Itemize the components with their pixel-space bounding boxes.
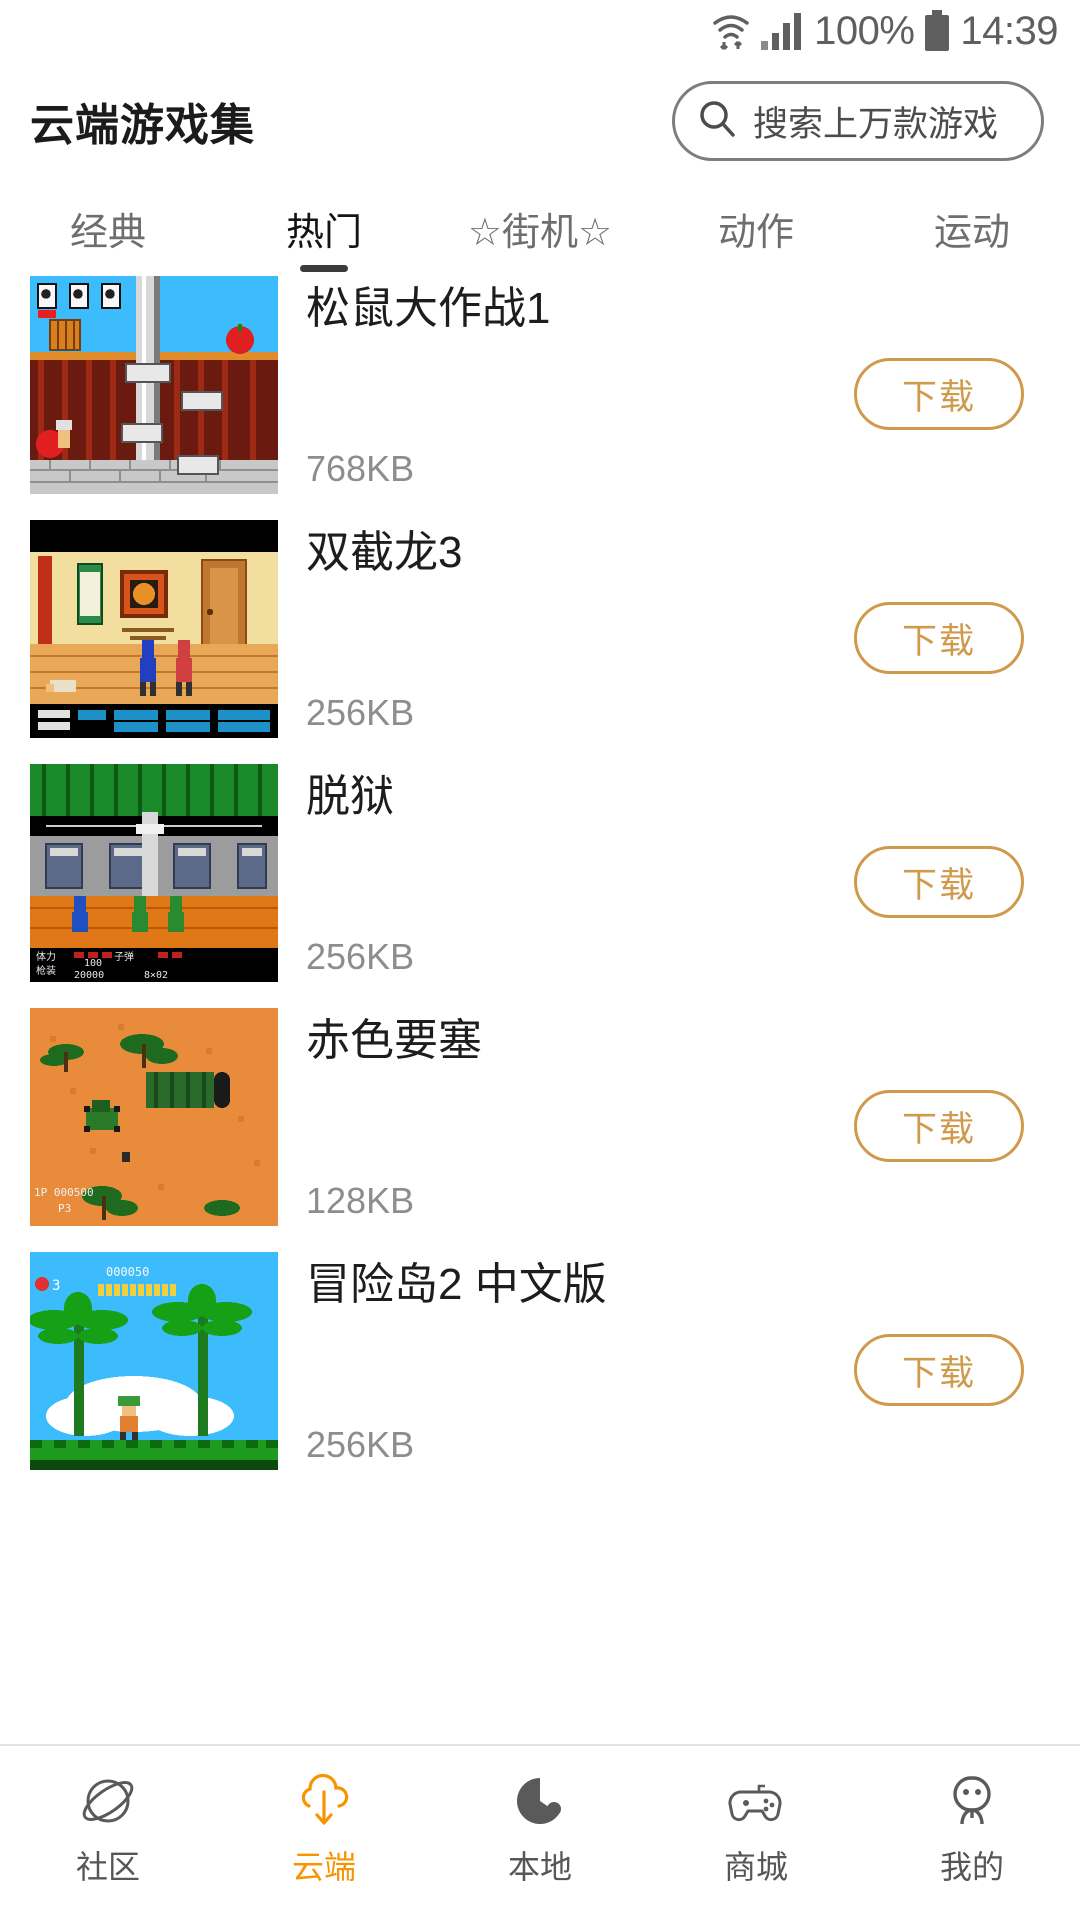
nav-item-cloud[interactable]: 云端 xyxy=(216,1770,432,1888)
gamepad-icon xyxy=(725,1770,787,1832)
tab-sports[interactable]: 运动 xyxy=(864,180,1080,276)
game-title: 松鼠大作战1 xyxy=(306,284,551,333)
download-button[interactable]: 下载 xyxy=(854,358,1024,430)
page-title: 云端游戏集 xyxy=(30,101,255,150)
download-button[interactable]: 下载 xyxy=(854,1334,1024,1406)
download-button[interactable]: 下载 xyxy=(854,1090,1024,1162)
tab-arcade[interactable]: ☆街机☆ xyxy=(432,180,648,276)
category-tabs: 经典 热门 ☆街机☆ 动作 运动 xyxy=(0,180,1080,276)
game-thumbnail xyxy=(30,276,278,494)
game-title: 脱狱 xyxy=(306,772,394,821)
svg-text:子弹: 子弹 xyxy=(114,950,134,963)
list-item[interactable]: 松鼠大作战1 768KB 下载 xyxy=(0,276,1080,520)
list-item[interactable]: 000050 3 冒险岛2 中文版 256KB 下载 xyxy=(0,1252,1080,1496)
game-size: 256KB xyxy=(306,1424,415,1465)
download-button[interactable]: 下载 xyxy=(854,846,1024,918)
list-item[interactable]: 1P 000500 P3 赤色要塞 128KB 下载 xyxy=(0,1008,1080,1252)
nav-label: 商城 xyxy=(723,1849,788,1885)
tab-label: 经典 xyxy=(69,211,146,254)
search-placeholder: 搜索上万款游戏 xyxy=(753,104,999,144)
nav-label: 我的 xyxy=(939,1849,1004,1885)
tab-label: 热门 xyxy=(285,211,362,254)
nav-label: 本地 xyxy=(507,1849,572,1885)
game-title: 双截龙3 xyxy=(306,528,463,577)
tab-active-indicator xyxy=(300,265,348,272)
list-item[interactable]: 体力 枪装 子弹 100 20000 8×02 脱狱 256KB 下载 xyxy=(0,764,1080,1008)
nav-item-store[interactable]: 商城 xyxy=(648,1770,864,1888)
bottom-navigation: 社区 云端 本地 商城 我的 xyxy=(0,1744,1080,1920)
battery-percent: 100% xyxy=(814,9,915,53)
app-header: 云端游戏集 搜索上万款游戏 xyxy=(0,62,1080,180)
nav-item-local[interactable]: 本地 xyxy=(432,1770,648,1888)
game-size: 256KB xyxy=(306,936,415,977)
svg-text:20000: 20000 xyxy=(74,970,104,981)
svg-text:枪装: 枪装 xyxy=(36,964,56,977)
game-thumbnail: 体力 枪装 子弹 100 20000 8×02 xyxy=(30,764,278,982)
signal-icon xyxy=(760,12,804,50)
game-thumbnail: 1P 000500 P3 xyxy=(30,1008,278,1226)
nav-label: 云端 xyxy=(291,1849,356,1885)
wifi-icon xyxy=(712,11,750,51)
game-size: 768KB xyxy=(306,448,415,489)
tab-classic[interactable]: 经典 xyxy=(0,180,216,276)
game-size: 256KB xyxy=(306,692,415,733)
search-icon xyxy=(697,99,737,144)
tab-action[interactable]: 动作 xyxy=(648,180,864,276)
svg-text:1P 000500: 1P 000500 xyxy=(34,1186,94,1199)
game-list[interactable]: 松鼠大作战1 768KB 下载 双截龙3 256KB 下载 体力 枪装 子弹 1… xyxy=(0,276,1080,1744)
local-disc-icon xyxy=(509,1770,571,1832)
nav-item-mine[interactable]: 我的 xyxy=(864,1770,1080,1888)
svg-text:P3: P3 xyxy=(58,1202,71,1215)
game-thumbnail xyxy=(30,520,278,738)
list-item[interactable]: 双截龙3 256KB 下载 xyxy=(0,520,1080,764)
planet-icon xyxy=(77,1770,139,1832)
clock: 14:39 xyxy=(960,9,1058,53)
tab-label: 运动 xyxy=(933,211,1010,254)
tab-label: 动作 xyxy=(717,211,794,254)
game-title: 冒险岛2 中文版 xyxy=(306,1260,607,1309)
svg-text:000050: 000050 xyxy=(106,1265,149,1279)
svg-text:8×02: 8×02 xyxy=(144,970,168,981)
svg-text:100: 100 xyxy=(84,958,102,969)
svg-text:3: 3 xyxy=(52,1278,60,1294)
person-icon xyxy=(941,1770,1003,1832)
download-button[interactable]: 下载 xyxy=(854,602,1024,674)
status-bar: 100% 14:39 xyxy=(0,0,1080,62)
tab-label: ☆街机☆ xyxy=(467,211,613,254)
nav-label: 社区 xyxy=(75,1849,140,1885)
game-size: 128KB xyxy=(306,1180,415,1221)
nav-item-community[interactable]: 社区 xyxy=(0,1770,216,1888)
cloud-download-icon xyxy=(293,1770,355,1832)
tab-hot[interactable]: 热门 xyxy=(216,180,432,276)
game-title: 赤色要塞 xyxy=(306,1016,482,1065)
battery-icon xyxy=(924,10,950,52)
search-input[interactable]: 搜索上万款游戏 xyxy=(672,81,1044,161)
game-thumbnail: 000050 3 xyxy=(30,1252,278,1470)
svg-text:体力: 体力 xyxy=(36,950,56,963)
